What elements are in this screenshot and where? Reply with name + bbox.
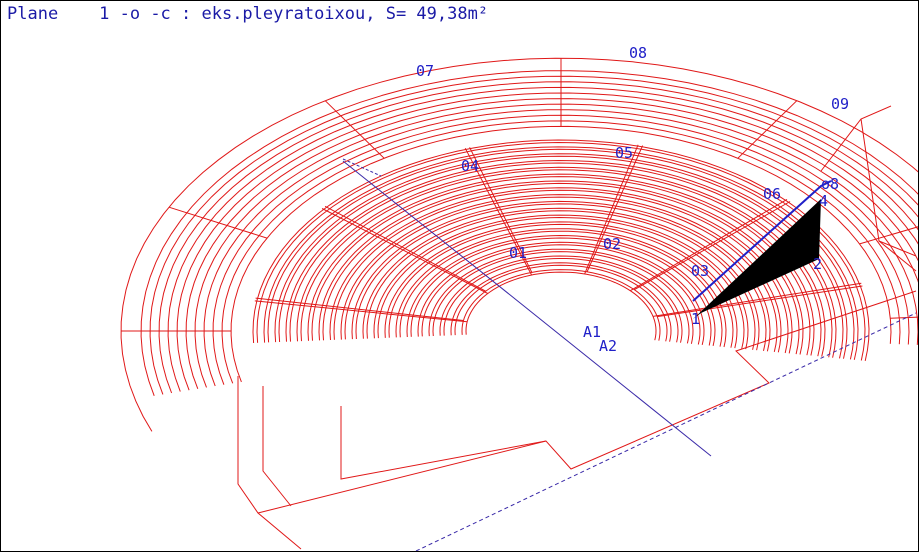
cad-viewport[interactable]: Plane 1 -o -c : eks.pleyratoixou, S= 49,… (0, 0, 919, 552)
axis-lines (342, 158, 917, 551)
selected-wedge[interactable] (692, 180, 832, 319)
sector-label: 07 (416, 62, 434, 80)
sector-label: o8 (821, 175, 839, 193)
sector-label: 03 (691, 262, 709, 280)
sector-label: 06 (763, 185, 781, 203)
tier-row-13 (395, 228, 727, 348)
stairways (121, 58, 918, 332)
left-wall-inner (262, 386, 292, 507)
point-label: 4 (819, 192, 828, 210)
tier-row-15 (384, 221, 738, 349)
sector-label: 02 (603, 235, 621, 253)
sector-label: 05 (615, 144, 633, 162)
ground-step (340, 406, 547, 480)
tier-row-10 (410, 237, 712, 346)
sector-label: 04 (461, 157, 479, 175)
sector-label: 08 (629, 44, 647, 62)
theatre-wireframe-drawing[interactable]: 01 0203040506070809o8124A1A2 (1, 1, 918, 551)
tier-row-4 (443, 258, 679, 343)
right-wall-base (878, 240, 917, 272)
tier-row-28 (311, 176, 811, 356)
left-retaining-wall (237, 376, 302, 550)
sector-label: 09 (831, 95, 849, 113)
point-label: A2 (599, 337, 617, 355)
upper-stair-6 (890, 316, 918, 319)
sector-label: 01 (509, 244, 527, 262)
tier-row-25 (329, 187, 793, 354)
ground-dashed-line (415, 312, 917, 551)
point-label: 1 (691, 310, 700, 328)
point-label: 2 (813, 255, 822, 273)
